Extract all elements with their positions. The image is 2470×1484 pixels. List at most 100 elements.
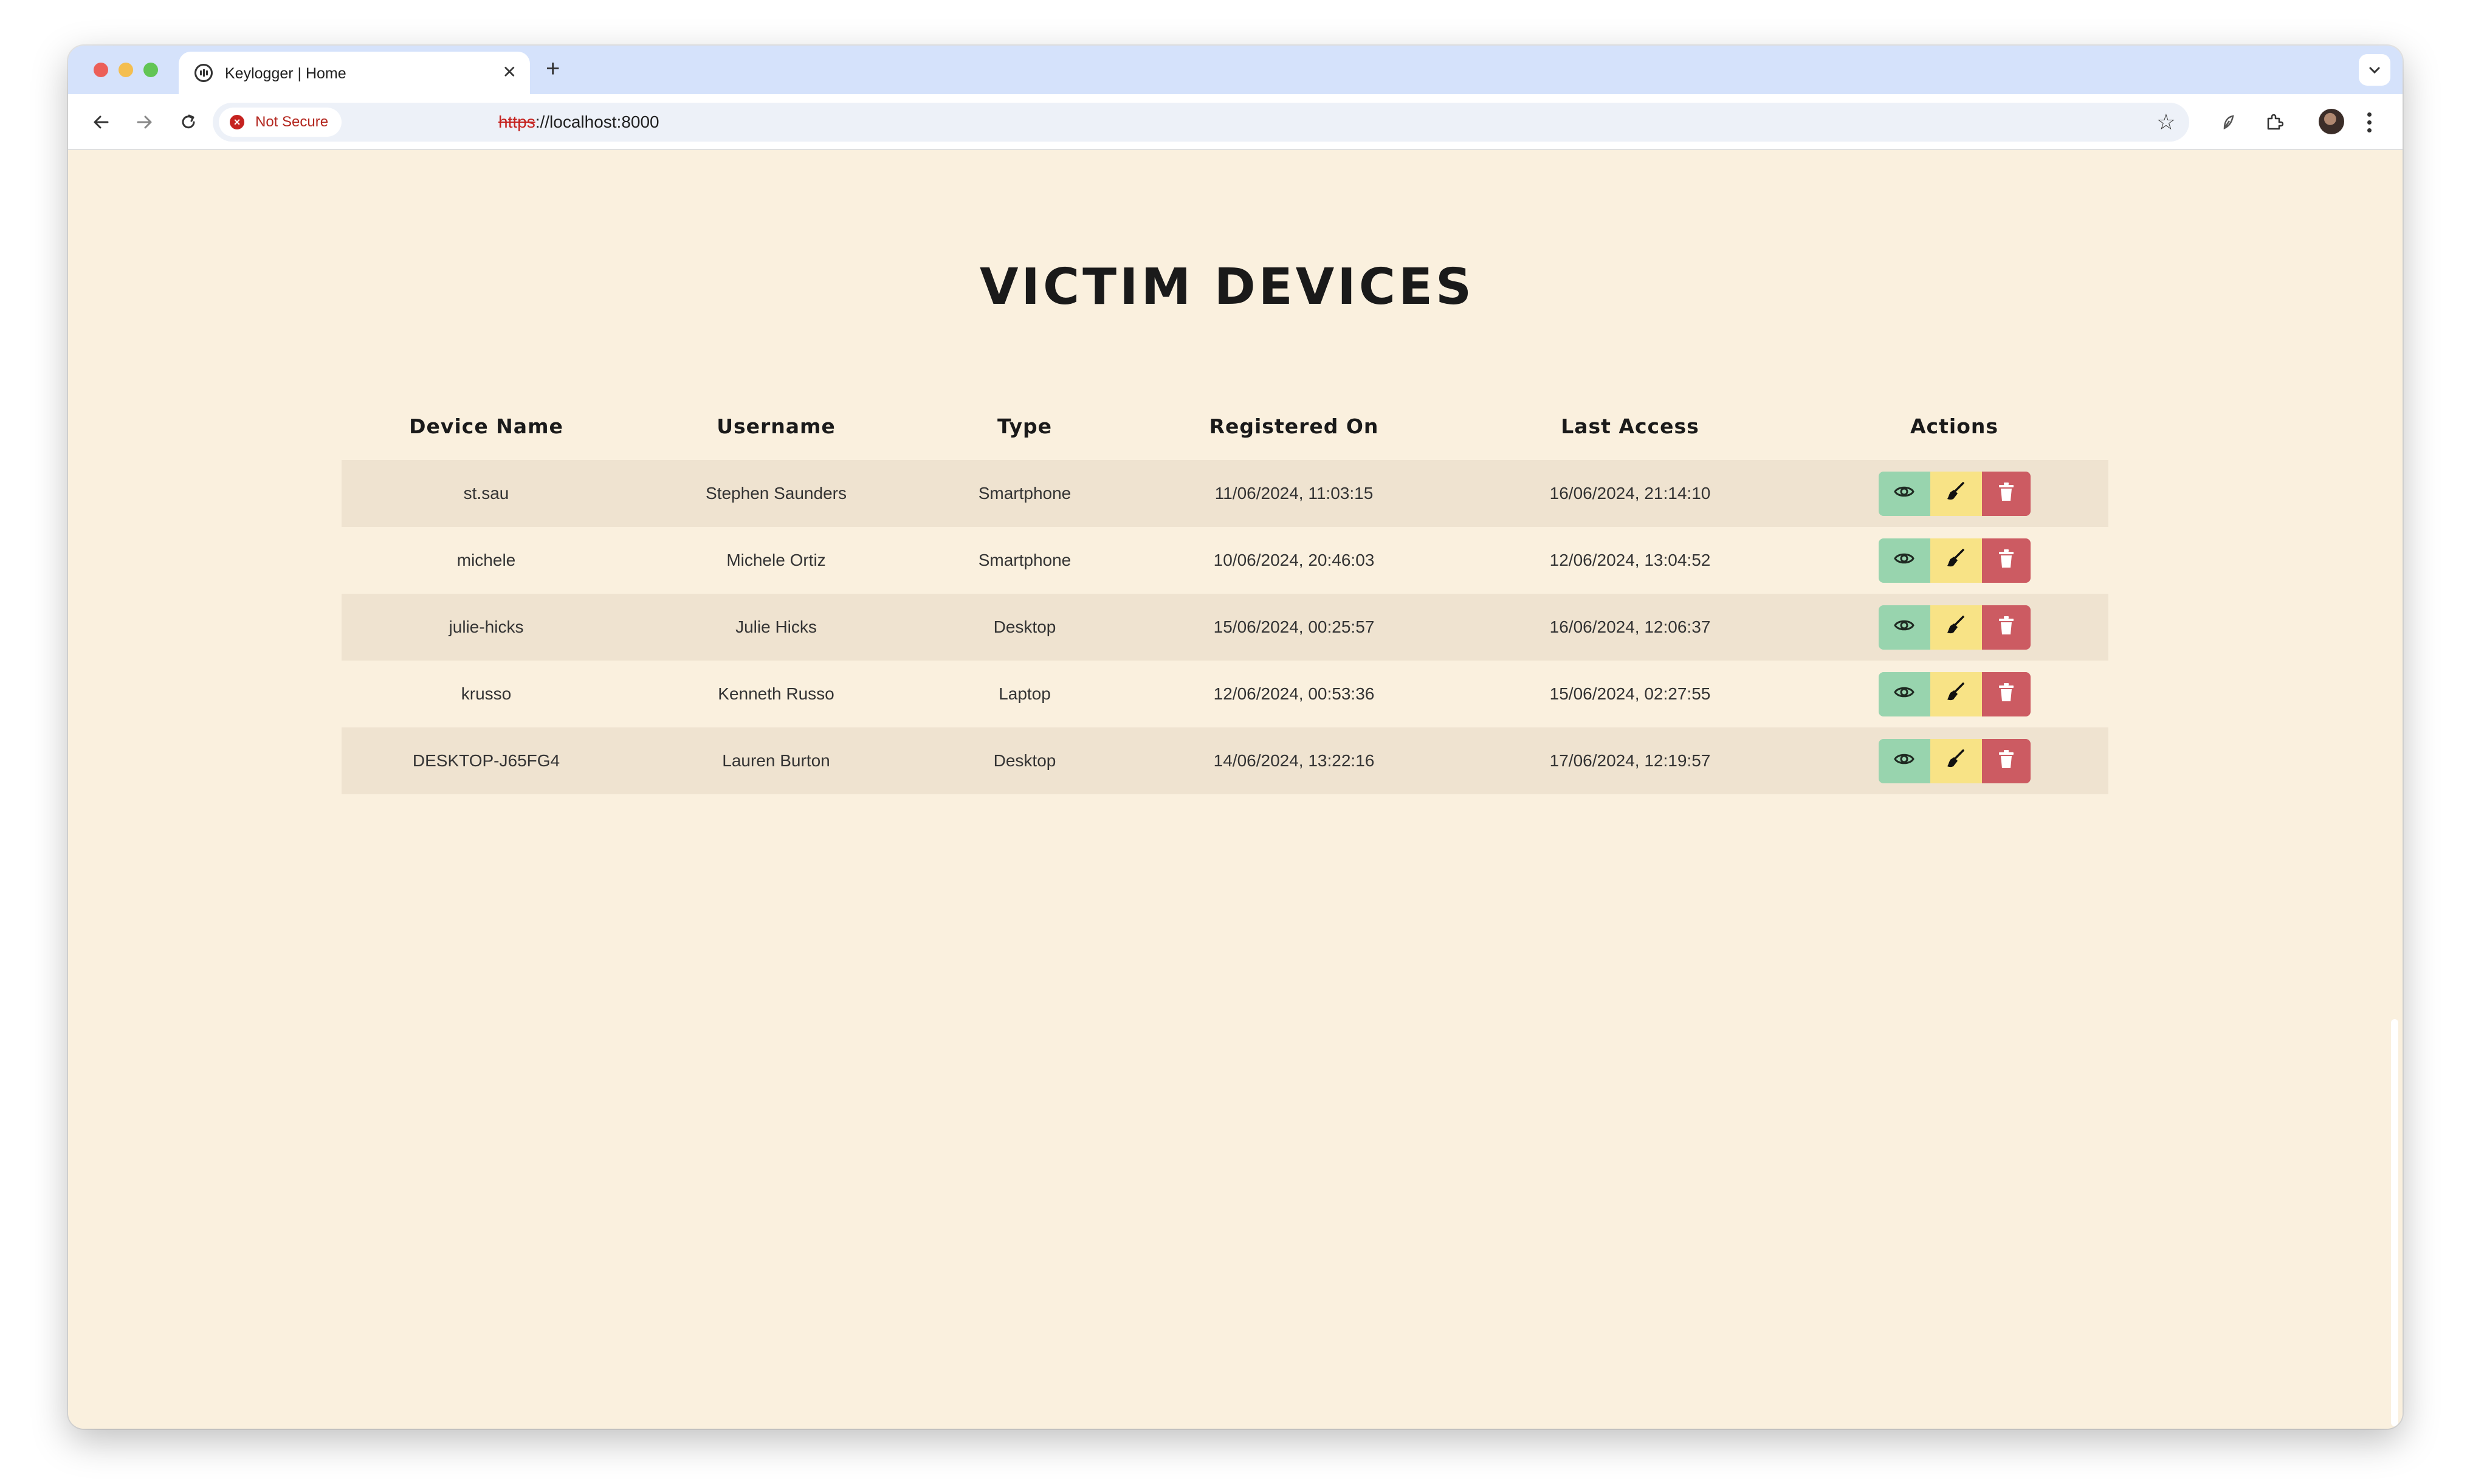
bookmark-star-icon[interactable]: ☆: [2156, 110, 2176, 134]
scrollbar-thumb[interactable]: [2391, 1019, 2398, 1426]
header-actions: Actions: [1910, 414, 1998, 438]
security-chip[interactable]: × Not Secure: [219, 108, 342, 137]
header-last-access: Last Access: [1561, 414, 1699, 438]
view-button[interactable]: [1878, 672, 1930, 716]
cell-type: Desktop: [921, 727, 1128, 794]
trash-icon: [1997, 549, 2015, 572]
close-window-button[interactable]: [94, 63, 108, 77]
clear-logs-button[interactable]: [1930, 672, 1982, 716]
cell-type: Laptop: [999, 684, 1051, 703]
view-button[interactable]: [1878, 605, 1930, 650]
cell-type: Smartphone: [921, 460, 1128, 527]
trash-icon: [1997, 682, 2015, 706]
cell-username: Kenneth Russo: [718, 684, 834, 703]
delete-button[interactable]: [1981, 738, 2031, 783]
new-tab-button[interactable]: +: [546, 57, 560, 81]
delete-button[interactable]: [1981, 538, 2031, 583]
broom-icon: [1945, 681, 1967, 707]
cell-device-name: krusso: [461, 684, 512, 703]
delete-button[interactable]: [1981, 672, 2031, 716]
broom-icon: [1945, 614, 1967, 641]
tab-keylogger-home[interactable]: Keylogger | Home ✕: [179, 52, 530, 94]
arrow-right-icon: [137, 115, 152, 129]
clear-logs-button[interactable]: [1930, 738, 1982, 783]
page-content: VICTIM DEVICES Device Name Username Type…: [68, 150, 2386, 1429]
eye-icon: [1893, 548, 1915, 574]
browser-window: Keylogger | Home ✕ + × Not Secure https:…: [68, 46, 2403, 1429]
security-label: Not Secure: [255, 114, 329, 130]
favicon-icon: [194, 64, 213, 82]
cell-actions: [1800, 527, 2108, 594]
action-buttons: [1878, 605, 2031, 650]
tab-strip: Keylogger | Home ✕ +: [68, 46, 2403, 94]
header-type: Type: [997, 414, 1053, 438]
delete-button[interactable]: [1981, 471, 2031, 516]
url-scheme: https: [498, 112, 535, 131]
cell-registered-on: 12/06/2024, 00:53:36: [1213, 684, 1375, 703]
back-button[interactable]: [86, 108, 115, 137]
view-button[interactable]: [1878, 471, 1930, 516]
extensions-puzzle-icon[interactable]: [2260, 108, 2289, 137]
url-host: ://localhost:8000: [535, 112, 659, 131]
trash-icon: [1997, 482, 2015, 506]
broom-icon: [1945, 548, 1967, 574]
cell-username: Michele Ortiz: [726, 551, 826, 569]
profile-avatar[interactable]: [2319, 109, 2344, 134]
view-button[interactable]: [1878, 738, 1930, 783]
cell-actions: [1800, 460, 2108, 527]
tab-search-button[interactable]: [2359, 54, 2390, 86]
action-buttons: [1878, 672, 2031, 716]
action-buttons: [1878, 738, 2031, 783]
eye-icon: [1893, 481, 1915, 507]
cell-registered-on: 14/06/2024, 13:22:16: [1128, 727, 1460, 794]
clear-logs-button[interactable]: [1930, 605, 1982, 650]
reload-icon: [182, 114, 195, 129]
cell-device-name: st.sau: [342, 460, 631, 527]
trash-icon: [1997, 749, 2015, 773]
cell-device-name: julie-hicks: [342, 594, 631, 661]
clear-logs-button[interactable]: [1930, 471, 1982, 516]
cell-actions: [1800, 594, 2108, 661]
cell-actions: [1800, 661, 2108, 727]
close-tab-icon[interactable]: ✕: [503, 63, 517, 82]
broom-icon: [1945, 748, 1967, 774]
minimize-window-button[interactable]: [119, 63, 133, 77]
address-bar[interactable]: × Not Secure https://localhost:8000 ☆: [213, 103, 2189, 142]
cell-last-access: 12/06/2024, 13:04:52: [1549, 551, 1711, 569]
delete-button[interactable]: [1981, 605, 2031, 650]
cell-device-name: DESKTOP-J65FG4: [342, 727, 631, 794]
view-button[interactable]: [1878, 538, 1930, 583]
cell-last-access: 16/06/2024, 12:06:37: [1460, 594, 1800, 661]
cell-last-access: 17/06/2024, 12:19:57: [1460, 727, 1800, 794]
table-row: DESKTOP-J65FG4 Lauren Burton Desktop 14/06/…: [342, 727, 2108, 794]
table-row: michele Michele Ortiz Smartphone 10/06/2024…: [342, 527, 2108, 594]
extension-feather-icon[interactable]: [2214, 108, 2243, 137]
eye-icon: [1893, 748, 1915, 774]
url-text[interactable]: https://localhost:8000: [498, 112, 659, 132]
menu-kebab-icon[interactable]: [2363, 108, 2375, 137]
cell-actions: [1800, 727, 2108, 794]
forward-button[interactable]: [130, 108, 159, 137]
header-registered-on: Registered On: [1209, 414, 1379, 438]
arrow-left-icon: [94, 115, 109, 129]
broom-icon: [1945, 481, 1967, 507]
browser-toolbar: × Not Secure https://localhost:8000 ☆: [68, 94, 2403, 150]
table-row: krusso Kenneth Russo Laptop 12/06/2024, 00:…: [342, 661, 2108, 727]
table-header-row: Device Name Username Type Registered On …: [342, 392, 2108, 460]
cell-registered-on: 15/06/2024, 00:25:57: [1128, 594, 1460, 661]
clear-logs-button[interactable]: [1930, 538, 1982, 583]
cell-username: Stephen Saunders: [631, 460, 921, 527]
action-buttons: [1878, 538, 2031, 583]
reload-button[interactable]: [174, 108, 203, 137]
action-buttons: [1878, 471, 2031, 516]
cell-device-name: michele: [456, 551, 516, 569]
header-device-name: Device Name: [409, 414, 563, 438]
page-title: VICTIM DEVICES: [979, 258, 1475, 316]
cell-registered-on: 11/06/2024, 11:03:15: [1128, 460, 1460, 527]
chevron-down-icon: [2369, 67, 2380, 74]
devices-table: Device Name Username Type Registered On …: [342, 392, 2108, 794]
table-row: st.sau Stephen Saunders Smartphone 11/06/20…: [342, 460, 2108, 527]
warning-icon: ×: [230, 115, 244, 129]
maximize-window-button[interactable]: [143, 63, 158, 77]
scrollbar[interactable]: [2386, 150, 2403, 1429]
